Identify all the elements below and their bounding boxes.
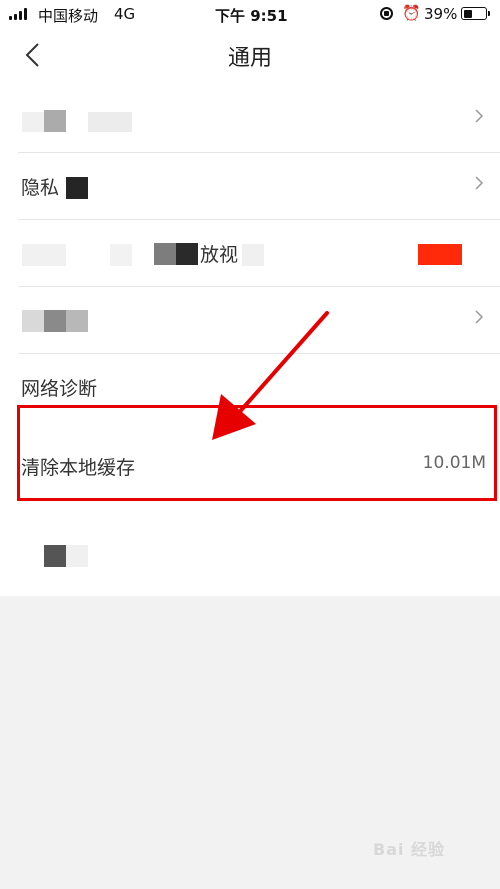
row-label: 隐私 xyxy=(21,177,60,199)
battery-icon xyxy=(461,7,490,20)
battery-percent: 39% xyxy=(424,5,458,23)
settings-row-privacy[interactable]: 隐私 xyxy=(0,153,500,220)
settings-list: 隐私 放视 网络诊断 清除本地缓存 10.01M xyxy=(0,86,500,596)
settings-row-network-diagnosis[interactable]: 网络诊断 xyxy=(0,354,500,421)
carrier-name: 中国移动 xyxy=(38,7,99,25)
signal-icon xyxy=(9,8,31,20)
settings-row-4[interactable] xyxy=(0,287,500,354)
page-title: 通用 xyxy=(227,46,272,71)
settings-row-clear-cache[interactable]: 清除本地缓存 10.01M xyxy=(0,421,500,511)
settings-row-1[interactable] xyxy=(0,86,500,153)
row-label: 清除本地缓存 xyxy=(21,457,136,479)
alarm-icon: ⏰ xyxy=(402,4,421,22)
chevron-right-icon xyxy=(475,176,484,190)
row-label: 放视 xyxy=(200,244,239,266)
toggle-switch[interactable] xyxy=(418,244,462,265)
settings-row-7[interactable] xyxy=(0,518,500,596)
chevron-right-icon xyxy=(475,109,484,123)
nav-bar: 通用 xyxy=(0,30,500,86)
network-type: 4G xyxy=(114,5,136,23)
orientation-lock-icon xyxy=(380,7,393,20)
row-label: 网络诊断 xyxy=(21,378,98,400)
settings-row-3[interactable]: 放视 xyxy=(0,220,500,287)
cache-size-value: 10.01M xyxy=(422,453,486,473)
status-bar: 中国移动 4G 下午 9:51 ⏰ 39% xyxy=(0,0,500,30)
chevron-right-icon xyxy=(475,310,484,324)
watermark: Bai 经验 xyxy=(373,840,446,859)
clock: 下午 9:51 xyxy=(215,7,288,25)
